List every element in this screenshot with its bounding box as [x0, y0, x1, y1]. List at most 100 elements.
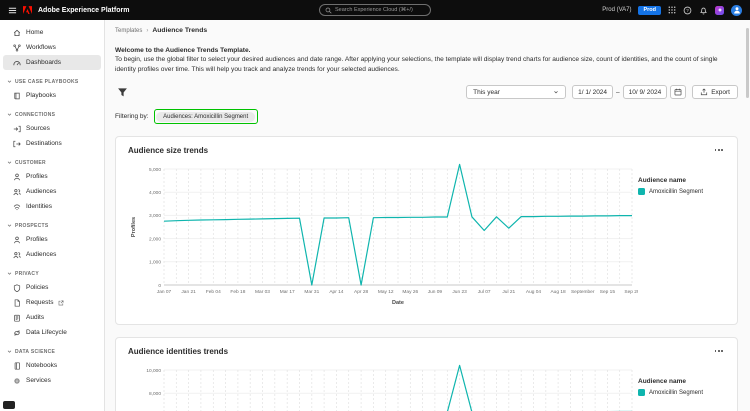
sidebar-item-prospect-profiles[interactable]: Profiles [0, 232, 104, 247]
audience-identities-chart: 02,0004,0006,0008,00010,000Jan 07Jan 21F… [146, 364, 633, 411]
sidebar-item-label: Sources [26, 125, 50, 132]
svg-text:1,000: 1,000 [149, 260, 161, 266]
audience-filter-chip[interactable]: Audiences: Amoxicillin Segment [156, 111, 256, 122]
sidebar-item-services[interactable]: Services [0, 373, 104, 388]
notifications-icon[interactable] [699, 6, 708, 15]
start-date-field[interactable]: 1/ 1/ 2024 [572, 85, 614, 100]
sidebar-section-prospects[interactable]: PROSPECTS [0, 219, 104, 232]
export-button-label: Export [711, 88, 730, 96]
legend-swatch [638, 188, 645, 196]
svg-text:Aug 18: Aug 18 [550, 289, 566, 295]
data-lifecycle-icon [13, 329, 21, 337]
svg-text:Jul 21: Jul 21 [502, 289, 515, 295]
svg-text:Apr 14: Apr 14 [329, 289, 343, 295]
svg-text:Jun 09: Jun 09 [428, 289, 443, 295]
date-range-dash: – [616, 88, 620, 96]
assistant-icon[interactable] [715, 5, 724, 15]
svg-text:Mar 03: Mar 03 [255, 289, 270, 295]
profiles-icon [13, 173, 21, 181]
dashboards-icon [13, 59, 21, 67]
more-actions-icon[interactable] [713, 146, 725, 154]
help-icon[interactable]: ? [683, 6, 692, 15]
section-title: PROSPECTS [15, 222, 49, 229]
chevron-down-icon [7, 349, 12, 354]
svg-text:May 26: May 26 [402, 289, 418, 295]
filter-icon[interactable] [115, 85, 130, 99]
legend-item-label: Amoxicillin Segment [649, 389, 704, 396]
sidebar-item-audits[interactable]: Audits [0, 310, 104, 325]
main-content: Templates › Audience Trends Welcome to t… [105, 20, 750, 411]
audiences-icon [13, 251, 21, 259]
sidebar-item-identities[interactable]: Identities [0, 199, 104, 214]
sidebar-item-workflows[interactable]: Workflows [0, 40, 104, 55]
sidebar-item-customer-profiles[interactable]: Profiles [0, 169, 104, 184]
filter-toolbar: This year 1/ 1/ 2024 – 10/ 9/ 2024 Expor… [115, 85, 738, 100]
breadcrumb-separator: › [146, 28, 149, 34]
sidebar-section-connections[interactable]: CONNECTIONS [0, 108, 104, 121]
audience-identities-trends-card: Audience identities trends 02,0004,0006,… [115, 337, 738, 411]
scrollbar[interactable] [746, 28, 749, 98]
calendar-button[interactable] [670, 85, 687, 100]
sidebar-item-label: Requests [26, 299, 54, 306]
intro-heading: Welcome to the Audience Trends Template. [115, 47, 251, 54]
legend-title: Audience name [638, 177, 687, 185]
sidebar-item-home[interactable]: Home [0, 25, 104, 40]
sidebar-item-dashboards[interactable]: Dashboards [3, 55, 101, 70]
card-title: Audience size trends [128, 146, 209, 156]
more-actions-icon[interactable] [713, 347, 725, 355]
sources-icon [13, 125, 21, 133]
end-date-field[interactable]: 10/ 9/ 2024 [622, 85, 668, 100]
chevron-down-icon [7, 160, 12, 165]
breadcrumb-templates[interactable]: Templates [115, 28, 142, 34]
annotation-highlight-box: Audiences: Amoxicillin Segment [153, 109, 258, 125]
export-button[interactable]: Export [692, 85, 738, 100]
chevron-down-icon [7, 223, 12, 228]
sidebar-item-label: Policies [26, 284, 49, 291]
sidebar-section-data-science[interactable]: DATA SCIENCE [0, 345, 104, 358]
sidebar-item-label: Dashboards [26, 59, 62, 66]
svg-text:?: ? [686, 8, 689, 14]
section-title: CUSTOMER [15, 159, 46, 166]
profiles-icon [13, 236, 21, 244]
sidebar-item-requests[interactable]: Requests [0, 295, 104, 310]
period-select[interactable]: This year [466, 85, 567, 100]
sidebar-item-label: Profiles [26, 236, 48, 243]
left-nav: Home Workflows Dashboards USE CASE PLAYB… [0, 20, 105, 411]
search-input[interactable]: Search Experience Cloud (⌘+/) [319, 4, 431, 16]
avatar[interactable] [731, 4, 742, 16]
env-badge[interactable]: Prod [638, 5, 661, 15]
notebooks-icon [13, 361, 21, 370]
sidebar-item-notebooks[interactable]: Notebooks [0, 358, 104, 373]
sidebar-item-prospect-audiences[interactable]: Audiences [0, 247, 104, 262]
sidebar-item-label: Audiences [26, 188, 57, 195]
sidebar-item-label: Services [26, 377, 51, 384]
legend-item[interactable]: Amoxicillin Segment [638, 188, 723, 196]
sidebar-section-privacy[interactable]: PRIVACY [0, 267, 104, 280]
sidebar-item-customer-audiences[interactable]: Audiences [0, 184, 104, 199]
environment-label: Prod (VA7) [602, 7, 632, 13]
svg-text:0: 0 [158, 283, 161, 289]
identities-icon [13, 203, 21, 211]
apps-grid-icon[interactable] [668, 6, 676, 14]
sidebar-item-playbooks[interactable]: Playbooks [0, 88, 104, 103]
date-range-picker: 1/ 1/ 2024 – 10/ 9/ 2024 [572, 85, 687, 100]
sidebar-item-data-lifecycle[interactable]: Data Lifecycle [0, 325, 104, 340]
sidebar-item-destinations[interactable]: Destinations [0, 136, 104, 151]
requests-icon [13, 298, 21, 307]
nav-footer-button[interactable] [3, 401, 15, 409]
destinations-icon [13, 140, 21, 148]
sidebar-item-policies[interactable]: Policies [0, 280, 104, 295]
svg-text:September: September [571, 289, 595, 295]
services-icon [13, 377, 21, 385]
legend-item[interactable]: Amoxicillin Segment [638, 389, 723, 397]
sidebar-section-use-case-playbooks[interactable]: USE CASE PLAYBOOKS [0, 75, 104, 88]
filtering-row: Filtering by: Audiences: Amoxicillin Seg… [115, 109, 738, 125]
svg-text:10,000: 10,000 [146, 368, 161, 374]
sidebar-section-customer[interactable]: CUSTOMER [0, 156, 104, 169]
intro-body: To begin, use the global filter to selec… [115, 56, 718, 73]
menu-icon[interactable] [8, 6, 17, 15]
sidebar-item-sources[interactable]: Sources [0, 121, 104, 136]
legend-swatch [638, 389, 645, 397]
chevron-down-icon [7, 79, 12, 84]
playbooks-icon [13, 92, 21, 100]
